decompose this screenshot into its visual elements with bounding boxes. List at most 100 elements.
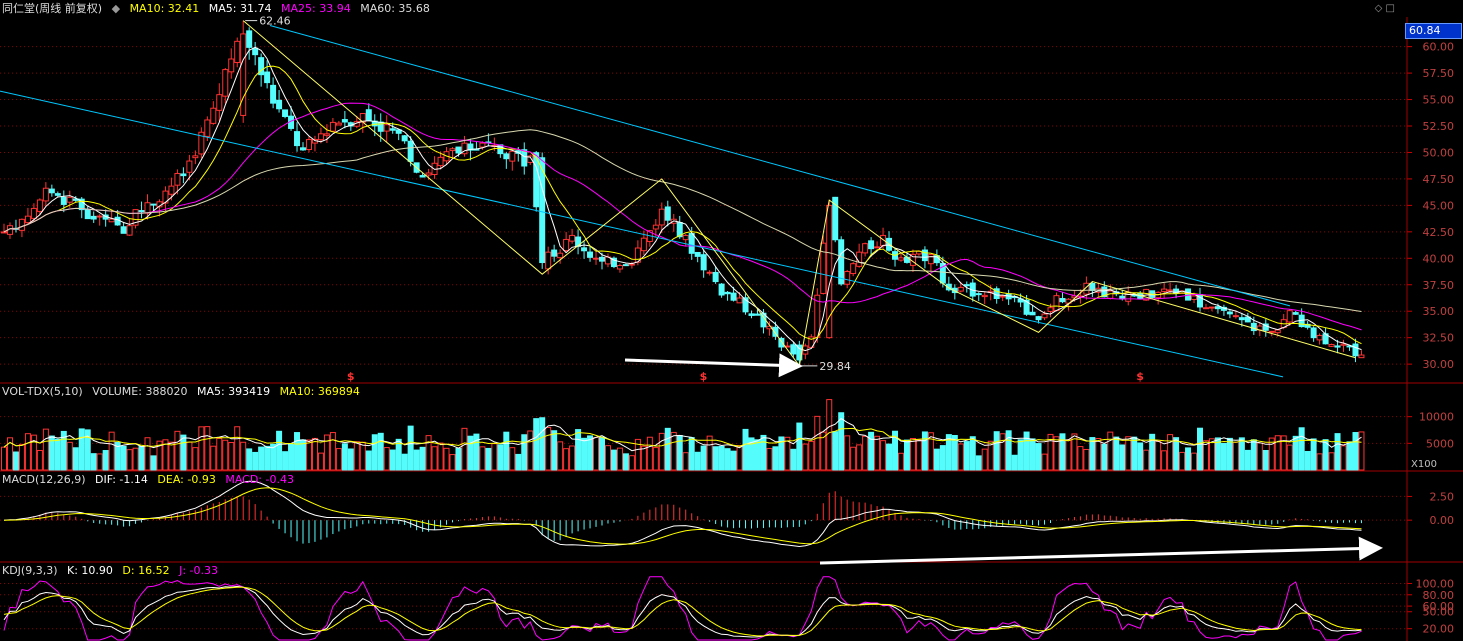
candle-body: [120, 226, 127, 234]
volume-bar: [1035, 443, 1042, 471]
volume-bar: [1107, 431, 1114, 471]
volume-bar: [36, 449, 43, 471]
volume-bar: [497, 444, 504, 471]
candle-body: [712, 271, 719, 283]
candle-body: [228, 58, 235, 73]
axis-tick-label: 20.00: [1423, 623, 1455, 636]
volume-bar: [228, 442, 235, 471]
candle-body: [736, 297, 743, 304]
candle-body: [545, 251, 552, 270]
candle-body: [616, 264, 623, 270]
volume-bar: [1197, 427, 1203, 471]
price-arrow: [624, 353, 803, 378]
volume-bar: [1089, 437, 1096, 471]
vol-unit-label: X100: [1411, 459, 1437, 470]
window-controls[interactable]: ◇ □: [1375, 3, 1395, 14]
dividend-marker: $: [347, 370, 355, 383]
candle-body: [114, 216, 121, 226]
square-icon[interactable]: □: [1386, 3, 1395, 14]
candle-body: [521, 149, 528, 167]
candle-body: [599, 256, 605, 262]
ma60-line: [3, 129, 1362, 312]
candle-body: [557, 252, 564, 259]
volume-bar: [610, 449, 617, 471]
candle-body: [270, 84, 277, 104]
stock-chart-canvas[interactable]: 30.00 32.50 35.00 37.50 40.00 42.50 45.00 47.50…: [0, 0, 1463, 641]
channel-upper-line: [269, 24, 1291, 307]
axis-tick-label: 37.50: [1423, 279, 1455, 292]
candle-body: [1352, 343, 1359, 357]
volume-bar: [700, 445, 707, 471]
stock-title: 同仁堂(周线 前复权): [2, 2, 103, 15]
volume-bar: [898, 452, 904, 471]
candle-body: [921, 249, 928, 262]
j-readout: J: -0.33: [179, 564, 219, 577]
volume-bar: [593, 436, 600, 471]
diamond-icon[interactable]: ◆: [112, 2, 120, 15]
volume-bar: [1298, 427, 1305, 471]
candle-body: [975, 293, 982, 296]
volume-bar: [640, 445, 647, 471]
candle-body: [383, 124, 390, 132]
volume-bar: [317, 452, 324, 471]
candle-body: [999, 295, 1006, 298]
candle-body: [1310, 327, 1317, 339]
j-line: [3, 576, 1362, 641]
axis-tick-label: 60.00: [1423, 41, 1455, 54]
dif-readout: DIF: -1.14: [95, 473, 148, 486]
volume-bar: [389, 449, 396, 471]
candles: [1, 20, 1365, 366]
volume-bar: [120, 445, 127, 471]
candle-body: [335, 122, 342, 126]
candle-body: [425, 172, 432, 176]
volume-bar: [587, 435, 594, 471]
candle-body: [329, 121, 336, 132]
candle-body: [54, 193, 61, 196]
candle-body: [240, 33, 247, 116]
volume-bar: [491, 443, 498, 471]
candle-body: [706, 271, 713, 274]
volume-bar: [790, 448, 797, 471]
volume-bar: [1161, 450, 1168, 471]
axis-tick-label: 47.50: [1423, 173, 1455, 186]
axis-tick-label: 52.50: [1423, 120, 1455, 133]
volume-bar: [796, 422, 803, 471]
volume-bar: [987, 440, 994, 471]
candle-body: [748, 313, 755, 316]
candle-body: [407, 140, 414, 162]
volume-bar: [1077, 446, 1084, 471]
vol-ma5-readout: MA5: 393419: [196, 385, 271, 398]
candle-body: [640, 237, 647, 252]
candle-body: [1125, 291, 1132, 302]
axis-tick-label: 55.00: [1423, 94, 1455, 107]
volume-bar: [832, 431, 839, 471]
volume-bar: [736, 445, 743, 471]
volume-bar: [102, 450, 109, 471]
volume-bar: [1167, 434, 1174, 471]
restore-icon[interactable]: ◇: [1375, 3, 1383, 14]
candle-body: [509, 150, 516, 162]
volume-bar: [1328, 452, 1335, 471]
d-readout: D: 16.52: [122, 564, 170, 577]
volume-bar: [1023, 431, 1030, 471]
volume-bar: [264, 445, 271, 471]
candle-body: [317, 133, 324, 141]
candle-body: [628, 263, 635, 266]
volume-bar: [168, 441, 175, 471]
ma5-line: [3, 46, 1362, 352]
volume-bar: [425, 435, 432, 471]
volume-bar: [431, 446, 438, 471]
volume-bar: [1011, 454, 1018, 471]
low-annotation: 29.84: [819, 360, 851, 373]
candle-body: [84, 208, 91, 220]
candle-body: [963, 284, 970, 287]
candle-body: [479, 142, 486, 148]
volume-bar: [1095, 437, 1102, 471]
volume-bar: [802, 443, 809, 471]
volume-bar: [724, 448, 731, 471]
ma5-readout: MA5: 31.74: [208, 2, 272, 15]
volume-bar: [521, 434, 528, 471]
candle-body: [724, 291, 731, 295]
volume-bar: [1179, 451, 1186, 471]
candle-body: [1340, 343, 1347, 346]
